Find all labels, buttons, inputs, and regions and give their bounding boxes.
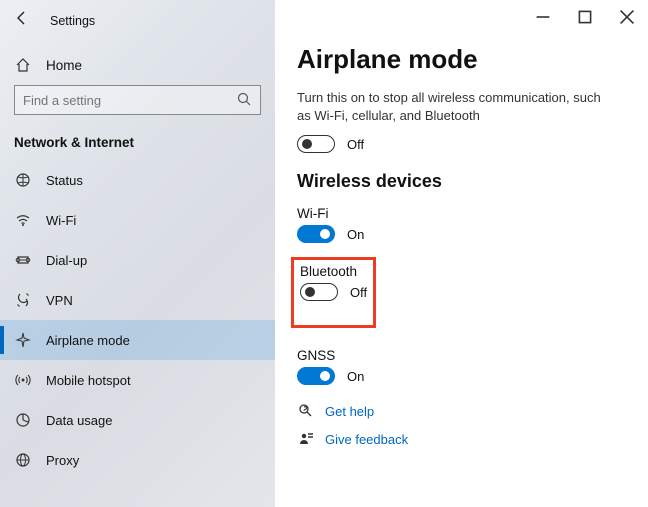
airplane-mode-toggle[interactable] xyxy=(297,135,335,153)
home-label: Home xyxy=(46,58,82,73)
proxy-icon xyxy=(14,452,32,468)
search-icon xyxy=(236,91,252,110)
category-title: Network & Internet xyxy=(0,129,275,160)
back-button[interactable] xyxy=(14,10,30,31)
sidebar-item-status[interactable]: Status xyxy=(0,160,275,200)
home-nav[interactable]: Home xyxy=(0,47,275,85)
device-bluetooth: Bluetooth Off xyxy=(297,261,626,336)
data-icon xyxy=(14,412,32,428)
dialup-icon xyxy=(14,252,32,268)
minimize-button[interactable] xyxy=(522,4,564,30)
sidebar-item-dial-up[interactable]: Dial-up xyxy=(0,240,275,280)
sidebar-item-vpn[interactable]: VPN xyxy=(0,280,275,320)
section-title: Wireless devices xyxy=(297,171,626,192)
airplane-icon xyxy=(14,332,32,348)
device-label: Bluetooth xyxy=(300,264,367,279)
sidebar-item-label: Status xyxy=(46,173,83,188)
home-icon xyxy=(14,57,32,73)
page-title: Airplane mode xyxy=(297,44,626,75)
sidebar-item-label: Wi-Fi xyxy=(46,213,76,228)
airplane-mode-state: Off xyxy=(347,137,364,152)
sidebar-item-label: Data usage xyxy=(46,413,113,428)
device-toggle-wi-fi[interactable] xyxy=(297,225,335,243)
page-description: Turn this on to stop all wireless commun… xyxy=(297,89,617,125)
search-field[interactable] xyxy=(23,93,218,108)
sidebar-item-label: Dial-up xyxy=(46,253,87,268)
close-button[interactable] xyxy=(606,4,648,30)
search-input[interactable] xyxy=(14,85,261,115)
highlight-box: Bluetooth Off xyxy=(291,257,376,328)
sidebar-item-mobile-hotspot[interactable]: Mobile hotspot xyxy=(0,360,275,400)
give-feedback-link[interactable]: Give feedback xyxy=(325,432,408,447)
hotspot-icon xyxy=(14,372,32,388)
device-state: Off xyxy=(350,285,367,300)
sidebar-item-wi-fi[interactable]: Wi-Fi xyxy=(0,200,275,240)
device-state: On xyxy=(347,369,364,384)
app-title: Settings xyxy=(50,14,95,28)
device-label: GNSS xyxy=(297,348,626,363)
sidebar-item-airplane-mode[interactable]: Airplane mode xyxy=(0,320,275,360)
sidebar: Settings Home Network & Internet Status W… xyxy=(0,0,275,507)
main: Airplane mode Turn this on to stop all w… xyxy=(275,0,648,507)
sidebar-item-label: Proxy xyxy=(46,453,79,468)
device-gnss: GNSS On xyxy=(297,348,626,385)
status-icon xyxy=(14,172,32,188)
device-wi-fi: Wi-Fi On xyxy=(297,206,626,243)
device-state: On xyxy=(347,227,364,242)
get-help-link[interactable]: Get help xyxy=(325,404,374,419)
sidebar-item-proxy[interactable]: Proxy xyxy=(0,440,275,480)
sidebar-item-label: Airplane mode xyxy=(46,333,130,348)
device-label: Wi-Fi xyxy=(297,206,626,221)
device-toggle-gnss[interactable] xyxy=(297,367,335,385)
sidebar-item-label: VPN xyxy=(46,293,73,308)
vpn-icon xyxy=(14,292,32,308)
sidebar-item-data-usage[interactable]: Data usage xyxy=(0,400,275,440)
help-icon xyxy=(297,403,315,419)
maximize-button[interactable] xyxy=(564,4,606,30)
feedback-icon xyxy=(297,431,315,447)
wifi-icon xyxy=(14,212,32,228)
sidebar-item-label: Mobile hotspot xyxy=(46,373,131,388)
device-toggle-bluetooth[interactable] xyxy=(300,283,338,301)
